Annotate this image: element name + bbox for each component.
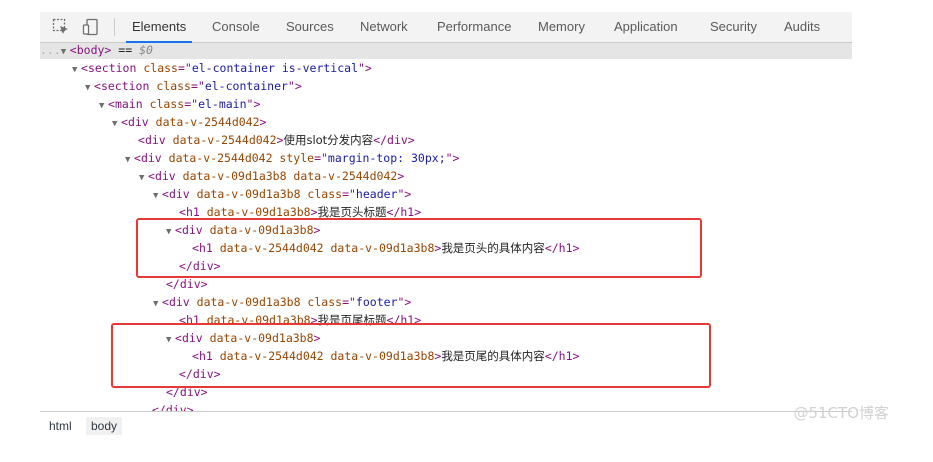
dom-node[interactable]: ▼ <div data-v-2544d042 style="margin-top:…	[125, 149, 459, 167]
ellipsis[interactable]: ...	[40, 43, 61, 57]
expand-arrow-icon[interactable]: ▼	[112, 115, 121, 133]
selected-var: $0	[139, 43, 153, 57]
expand-arrow-icon[interactable]: ▼	[153, 187, 162, 205]
highlight-box-header	[136, 218, 702, 278]
expand-arrow-icon[interactable]: ▼	[139, 169, 148, 187]
inspect-element-icon[interactable]	[52, 18, 70, 36]
watermark: @51CTO博客	[793, 404, 889, 422]
dom-node-body[interactable]: ...▼ <body> == $0	[40, 43, 852, 59]
expand-arrow-icon[interactable]: ▼	[61, 43, 70, 61]
dom-node[interactable]: ▼ <div data-v-09d1a3b8 data-v-2544d042>	[139, 167, 404, 185]
tab-memory[interactable]: Memory	[538, 12, 585, 42]
expand-arrow-icon[interactable]: ▼	[72, 61, 81, 79]
dom-node-close[interactable]: </div>	[152, 401, 194, 411]
expand-arrow-icon[interactable]: ▼	[99, 97, 108, 115]
dom-node-header[interactable]: ▼ <div data-v-09d1a3b8 class="header">	[153, 185, 411, 203]
breadcrumb: html body	[40, 411, 852, 439]
expand-arrow-icon[interactable]: ▼	[125, 151, 134, 169]
toolbar-divider	[114, 18, 115, 36]
tab-security[interactable]: Security	[710, 12, 757, 42]
dom-node-footer[interactable]: ▼ <div data-v-09d1a3b8 class="footer">	[153, 293, 411, 311]
dom-node[interactable]: ▼ <section class="el-container">	[85, 77, 302, 95]
expand-arrow-icon[interactable]: ▼	[153, 295, 162, 313]
device-toolbar-icon[interactable]	[82, 18, 100, 36]
tab-performance[interactable]: Performance	[437, 12, 511, 42]
highlight-box-footer	[111, 323, 711, 388]
breadcrumb-body[interactable]: body	[86, 417, 123, 435]
tab-sources[interactable]: Sources	[286, 12, 334, 42]
expand-arrow-icon[interactable]: ▼	[85, 79, 94, 97]
devtools-panel: Elements Console Sources Network Perform…	[40, 12, 852, 439]
tab-network[interactable]: Network	[360, 12, 408, 42]
dom-node[interactable]: ▼ <div data-v-2544d042>	[112, 113, 266, 131]
devtools-toolbar: Elements Console Sources Network Perform…	[40, 12, 852, 43]
breadcrumb-html[interactable]: html	[44, 417, 77, 435]
tab-console[interactable]: Console	[212, 12, 260, 42]
dom-node[interactable]: ▼ <section class="el-container is-vertica…	[72, 59, 372, 77]
tab-elements[interactable]: Elements	[125, 12, 193, 43]
dom-node[interactable]: <div data-v-2544d042>使用slot分发内容</div>	[138, 131, 415, 149]
tab-application[interactable]: Application	[614, 12, 678, 42]
dom-node[interactable]: ▼ <main class="el-main">	[99, 95, 260, 113]
tab-audits[interactable]: Audits	[784, 12, 820, 42]
